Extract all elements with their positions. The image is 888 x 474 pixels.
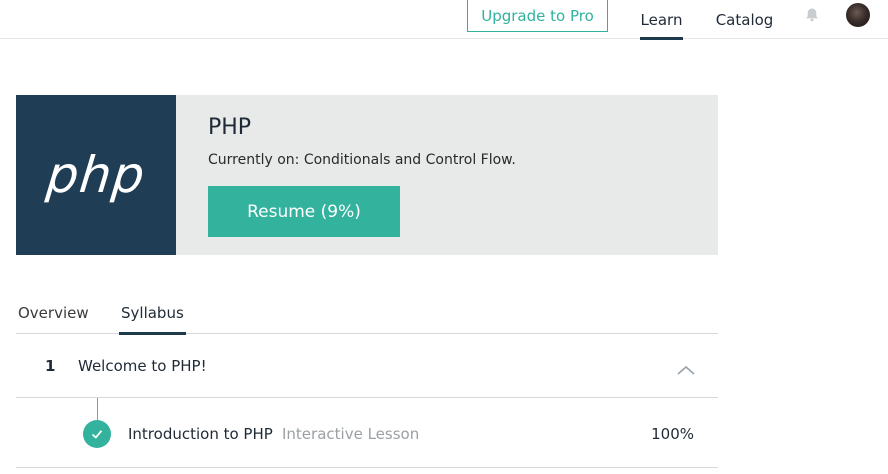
lesson-title[interactable]: Introduction to PHP xyxy=(128,420,273,448)
php-logo-text: php xyxy=(43,146,149,204)
nav-catalog-link[interactable]: Catalog xyxy=(716,0,774,39)
section-title: Welcome to PHP! xyxy=(78,357,207,375)
current-lesson-text: Currently on: Conditionals and Control F… xyxy=(208,152,516,168)
lesson-type: Interactive Lesson xyxy=(282,425,420,443)
section-number: 1 xyxy=(45,357,56,375)
course-tabs: Overview Syllabus xyxy=(16,292,718,335)
top-nav: Upgrade to Pro Learn Catalog xyxy=(0,0,888,40)
lesson-row[interactable]: Introduction to PHP Interactive Lesson 1… xyxy=(16,398,718,468)
user-avatar[interactable] xyxy=(846,3,870,27)
resume-button[interactable]: Resume (9%) xyxy=(208,186,400,237)
tab-overview[interactable]: Overview xyxy=(18,292,89,334)
course-header: php PHP Currently on: Conditionals and C… xyxy=(16,95,718,255)
tab-syllabus[interactable]: Syllabus xyxy=(119,292,186,335)
upgrade-to-pro-button[interactable]: Upgrade to Pro xyxy=(467,0,608,32)
nav-learn-link[interactable]: Learn xyxy=(640,0,683,40)
bell-icon[interactable] xyxy=(804,7,820,23)
chevron-up-icon[interactable] xyxy=(677,360,695,375)
lesson-progress: 100% xyxy=(651,425,694,443)
syllabus-section-header[interactable]: 1 Welcome to PHP! xyxy=(16,334,718,398)
course-title: PHP xyxy=(208,115,252,140)
completed-check-icon xyxy=(83,420,111,448)
php-logo: php xyxy=(16,95,176,255)
timeline-connector xyxy=(97,398,98,420)
